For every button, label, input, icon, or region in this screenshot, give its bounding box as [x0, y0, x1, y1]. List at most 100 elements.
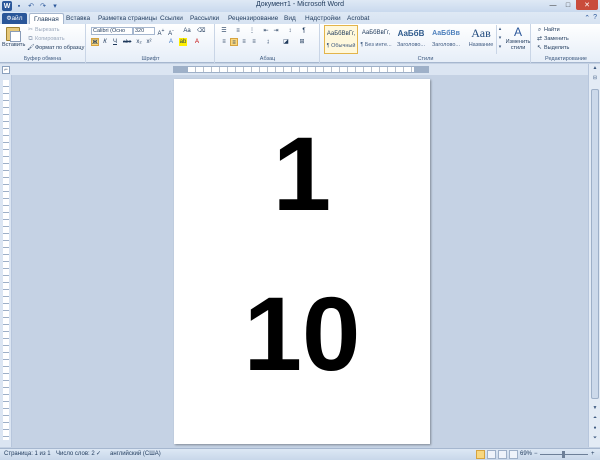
- font-size-select[interactable]: 320: [133, 27, 155, 35]
- paste-button[interactable]: Вставить: [2, 26, 25, 54]
- underline-button[interactable]: Ч: [111, 38, 119, 46]
- style-title[interactable]: Аав Название: [464, 25, 498, 54]
- vertical-scrollbar[interactable]: ▲ ⊟ ▼ ⏶ ● ⏷: [588, 64, 600, 447]
- shrink-font-icon[interactable]: A-: [167, 27, 175, 37]
- paragraph-group: ☰ ≡ ⋮ ⇤ ⇥ ↕ ¶ ≡ ≡ ≡ ≡ ↨ ◪ ⊞ Абзац: [216, 24, 320, 63]
- web-layout-icon[interactable]: [498, 450, 507, 459]
- title-bar: W ▪ ↶ ↷ ▾ Документ1 - Microsoft Word — □…: [0, 0, 600, 12]
- word-count[interactable]: Число слов: 2: [56, 449, 95, 460]
- sort-icon[interactable]: ↕: [286, 27, 294, 35]
- zoom-in-icon[interactable]: +: [591, 449, 595, 460]
- pilcrow-icon[interactable]: ¶: [300, 27, 308, 35]
- zoom-level[interactable]: 69%: [520, 449, 532, 460]
- select-button[interactable]: ↖ Выделить: [536, 44, 569, 52]
- window-title: Документ1 - Microsoft Word: [255, 1, 345, 8]
- replace-button[interactable]: ⇄ Заменить: [536, 35, 569, 43]
- numbering-icon[interactable]: ≡: [234, 27, 242, 35]
- zoom-slider[interactable]: [540, 451, 588, 458]
- highlight-icon[interactable]: ab: [179, 38, 187, 46]
- close-button[interactable]: ✕: [576, 0, 598, 10]
- change-case-icon[interactable]: Aa: [183, 27, 191, 35]
- scrollbar-thumb[interactable]: [591, 89, 599, 399]
- shading-icon[interactable]: ◪: [282, 38, 290, 46]
- bold-button[interactable]: Ж: [91, 38, 99, 46]
- editing-group-label: Редактирование: [545, 56, 587, 62]
- borders-icon[interactable]: ⊞: [298, 38, 306, 46]
- full-screen-reading-icon[interactable]: [487, 450, 496, 459]
- document-page[interactable]: 1 10: [174, 79, 430, 444]
- next-page-icon[interactable]: ⏷: [589, 434, 600, 443]
- minimize-button[interactable]: —: [546, 0, 560, 10]
- tab-page-layout[interactable]: Разметка страницы: [98, 13, 157, 24]
- clipboard-icon: [6, 27, 21, 42]
- zoom-out-icon[interactable]: −: [534, 449, 538, 460]
- tab-addins[interactable]: Надстройки: [305, 13, 341, 24]
- copy-button[interactable]: ⧉ Копировать: [27, 35, 64, 43]
- page-count[interactable]: Страница: 1 из 1: [4, 449, 51, 460]
- editing-group: ⌕ Найти ⇄ Заменить ↖ Выделить Редактиров…: [532, 24, 600, 63]
- tab-home[interactable]: Главная: [29, 13, 64, 24]
- align-center-icon[interactable]: ≡: [230, 38, 238, 46]
- document-text-line-1[interactable]: 1: [174, 119, 430, 231]
- justify-icon[interactable]: ≡: [250, 38, 258, 46]
- horizontal-ruler[interactable]: [173, 66, 429, 73]
- tab-review[interactable]: Рецензирование: [228, 13, 278, 24]
- tab-view[interactable]: Вид: [284, 13, 296, 24]
- increase-indent-icon[interactable]: ⇥: [272, 27, 280, 35]
- decrease-indent-icon[interactable]: ⇤: [262, 27, 270, 35]
- paragraph-group-label: Абзац: [259, 56, 276, 62]
- multilevel-list-icon[interactable]: ⋮: [248, 27, 256, 35]
- vertical-ruler[interactable]: [0, 75, 12, 447]
- font-group: Calibri (Осно 320 A+ A- Aa ⌫ Ж К Ч abe x…: [87, 24, 215, 63]
- tab-acrobat[interactable]: Acrobat: [347, 13, 369, 24]
- subscript-button[interactable]: x₂: [135, 38, 143, 46]
- proofing-icon[interactable]: ✓: [96, 449, 101, 460]
- tab-insert[interactable]: Вставка: [66, 13, 90, 24]
- bullets-icon[interactable]: ☰: [220, 27, 228, 35]
- scissors-icon: ✂: [27, 26, 34, 33]
- style-heading-1[interactable]: АаБбВ Заголово...: [394, 25, 428, 54]
- style-no-spacing[interactable]: АаБбВвГг, ¶ Без инте...: [359, 25, 393, 54]
- line-spacing-icon[interactable]: ↨: [264, 38, 272, 46]
- grow-font-icon[interactable]: A+: [157, 27, 165, 37]
- outline-icon[interactable]: [509, 450, 518, 459]
- language-status[interactable]: английский (США): [110, 449, 161, 460]
- document-text-line-2[interactable]: 10: [174, 279, 430, 391]
- previous-page-icon[interactable]: ⏶: [589, 414, 600, 423]
- style-heading-2[interactable]: АаБбВв Заголово...: [429, 25, 463, 54]
- find-button[interactable]: ⌕ Найти: [536, 26, 560, 34]
- maximize-button[interactable]: □: [561, 0, 575, 10]
- styles-group-label: Стили: [417, 56, 434, 62]
- minimize-ribbon-icon[interactable]: ⌃: [584, 14, 590, 22]
- print-layout-icon[interactable]: [476, 450, 485, 459]
- text-effects-icon[interactable]: A: [167, 38, 175, 46]
- zoom-slider-knob[interactable]: [562, 451, 565, 458]
- change-styles-button[interactable]: A Изменить стили: [505, 25, 531, 52]
- scroll-down-icon[interactable]: ▼: [589, 404, 600, 413]
- superscript-button[interactable]: x²: [145, 38, 153, 46]
- font-family-select[interactable]: Calibri (Осно: [91, 27, 133, 35]
- style-normal[interactable]: АаБбВвГг, ¶ Обычный: [324, 25, 358, 54]
- clipboard-group: Вставить ✂ Вырезать ⧉ Копировать 🖌 Форма…: [0, 24, 86, 63]
- change-styles-icon: A: [513, 25, 522, 39]
- tab-references[interactable]: Ссылки: [160, 13, 183, 24]
- ribbon: Вставить ✂ Вырезать ⧉ Копировать 🖌 Форма…: [0, 24, 600, 63]
- align-left-icon[interactable]: ≡: [220, 38, 228, 46]
- styles-scroll[interactable]: ▴ ▾ ▾: [496, 25, 503, 54]
- view-ruler-icon[interactable]: ⊟: [589, 74, 600, 83]
- italic-button[interactable]: К: [101, 38, 109, 46]
- tab-selector[interactable]: ⌐: [2, 66, 10, 74]
- tab-file[interactable]: Файл: [2, 13, 27, 24]
- styles-gallery: АаБбВвГг, ¶ Обычный АаБбВвГг, ¶ Без инте…: [324, 25, 494, 55]
- align-right-icon[interactable]: ≡: [240, 38, 248, 46]
- scroll-up-icon[interactable]: ▲: [589, 64, 600, 73]
- cut-button[interactable]: ✂ Вырезать: [27, 26, 59, 34]
- ribbon-tabs: Файл Главная Вставка Разметка страницы С…: [0, 12, 600, 24]
- format-painter-button[interactable]: 🖌 Формат по образцу: [27, 44, 84, 52]
- browse-object-icon[interactable]: ●: [589, 424, 600, 433]
- font-color-icon[interactable]: A: [193, 38, 201, 46]
- strikethrough-button[interactable]: abe: [123, 38, 131, 46]
- help-icon[interactable]: ?: [593, 14, 597, 22]
- tab-mailings[interactable]: Рассылки: [190, 13, 219, 24]
- clear-formatting-icon[interactable]: ⌫: [197, 27, 205, 35]
